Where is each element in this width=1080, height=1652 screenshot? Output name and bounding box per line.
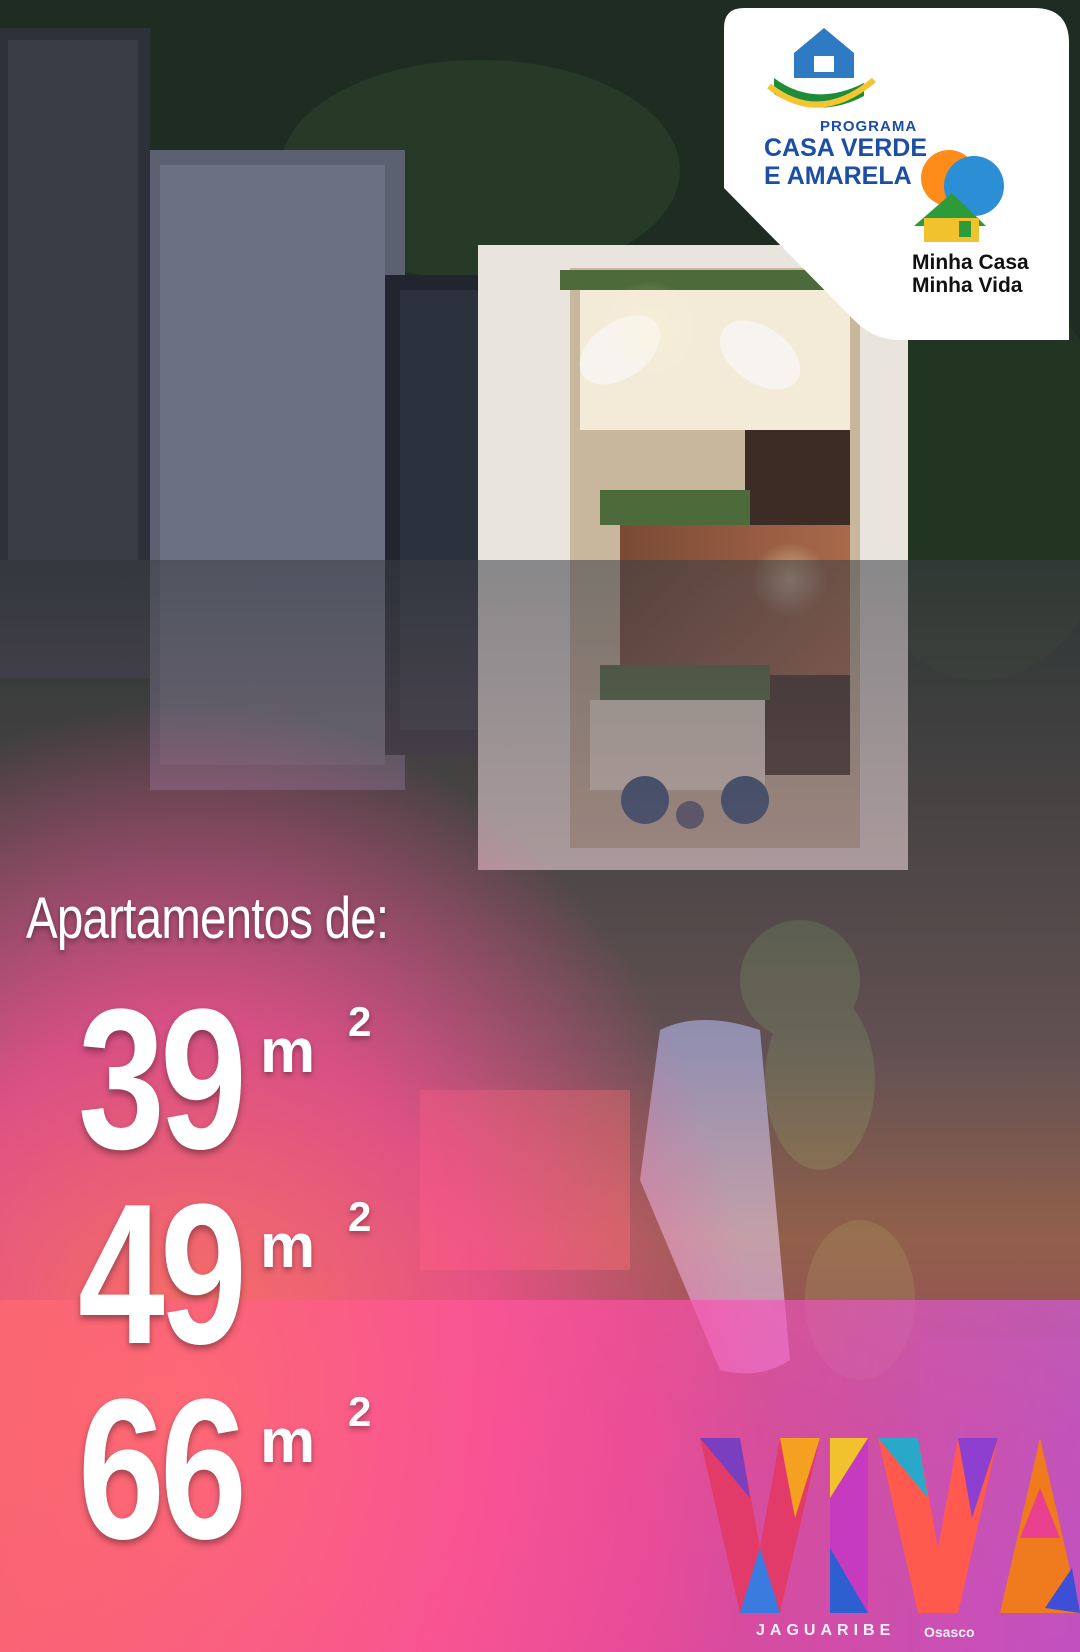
brand-city: Osasco (924, 1624, 975, 1640)
brand-subtitle: JAGUARIBE (756, 1622, 896, 1639)
size-item: 39 m 2 (78, 968, 418, 1191)
program-name-line1: CASA VERDE (764, 134, 927, 162)
ad-banner: PROGRAMA CASA VERDE E AMARELA Minha Casa… (0, 0, 1080, 1652)
size-sup: 2 (348, 1388, 372, 1435)
tagline: Apartamentos de: (26, 886, 389, 951)
mcmv-line2: Minha Vida (912, 274, 1023, 297)
program-label: PROGRAMA (820, 118, 918, 135)
viva-logo (700, 1438, 1080, 1613)
size-unit: m (260, 1017, 316, 1086)
program-name-line2: E AMARELA (764, 162, 912, 190)
size-item: 49 m 2 (78, 1163, 418, 1386)
size-sup: 2 (348, 1193, 372, 1240)
size-value: 49 (78, 1163, 247, 1386)
size-unit: m (260, 1212, 316, 1281)
size-value: 66 (78, 1358, 247, 1581)
size-unit: m (260, 1407, 316, 1476)
size-sup: 2 (348, 998, 372, 1045)
mcmv-line1: Minha Casa (912, 251, 1029, 274)
size-value: 39 (78, 968, 247, 1191)
size-item: 66 m 2 (78, 1358, 418, 1581)
